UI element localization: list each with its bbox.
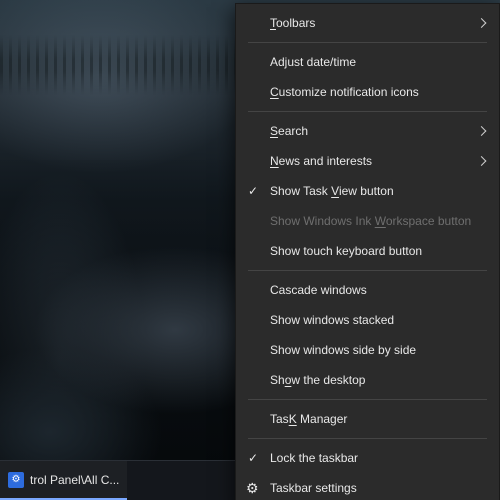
menu-show-the-desktop[interactable]: Show the desktop (236, 365, 499, 395)
wallpaper-trees (0, 35, 260, 95)
menu-separator (248, 438, 487, 439)
menu-cascade-windows-label: Cascade windows (270, 283, 367, 297)
menu-news-and-interests[interactable]: News and interests (236, 146, 499, 176)
menu-show-ink-workspace: Show Windows Ink Workspace button (236, 206, 499, 236)
menu-separator (248, 42, 487, 43)
menu-show-touch-keyboard[interactable]: Show touch keyboard button (236, 236, 499, 266)
menu-toolbars[interactable]: Toolbars (236, 8, 499, 38)
menu-show-windows-side-by-side[interactable]: Show windows side by side (236, 335, 499, 365)
control-panel-icon: ⚙ (8, 472, 24, 488)
menu-show-ink-workspace-label: Show Windows Ink Workspace button (270, 214, 471, 228)
menu-task-manager-label: TasK Manager (270, 412, 347, 426)
menu-search[interactable]: Search (236, 116, 499, 146)
menu-show-windows-stacked-label: Show windows stacked (270, 313, 394, 327)
menu-separator (248, 399, 487, 400)
menu-lock-the-taskbar-label: Lock the taskbar (270, 451, 358, 465)
taskbar-context-menu: Toolbars Adjust date/time Customize noti… (235, 3, 500, 500)
menu-customize-notification-icons-label: Customize notification icons (270, 85, 419, 99)
menu-show-the-desktop-label: Show the desktop (270, 373, 365, 387)
menu-news-label: News and interests (270, 154, 372, 168)
menu-cascade-windows[interactable]: Cascade windows (236, 275, 499, 305)
menu-taskbar-settings[interactable]: Taskbar settings (236, 473, 499, 500)
taskbar-app-control-panel[interactable]: ⚙ trol Panel\All C... (0, 461, 127, 500)
menu-separator (248, 111, 487, 112)
menu-show-windows-stacked[interactable]: Show windows stacked (236, 305, 499, 335)
menu-show-touch-keyboard-label: Show touch keyboard button (270, 244, 422, 258)
taskbar-app-label: trol Panel\All C... (30, 473, 119, 487)
menu-lock-the-taskbar[interactable]: Lock the taskbar (236, 443, 499, 473)
menu-customize-notification-icons[interactable]: Customize notification icons (236, 77, 499, 107)
menu-adjust-date-time-label: Adjust date/time (270, 55, 356, 69)
menu-search-label: Search (270, 124, 308, 138)
menu-toolbars-label: Toolbars (270, 16, 315, 30)
menu-show-task-view-label: Show Task View button (270, 184, 394, 198)
menu-task-manager[interactable]: TasK Manager (236, 404, 499, 434)
menu-show-task-view[interactable]: Show Task View button (236, 176, 499, 206)
taskbar-left: ⚙ trol Panel\All C... (0, 461, 127, 500)
menu-show-windows-sbs-label: Show windows side by side (270, 343, 416, 357)
menu-separator (248, 270, 487, 271)
menu-adjust-date-time[interactable]: Adjust date/time (236, 47, 499, 77)
menu-taskbar-settings-label: Taskbar settings (270, 481, 357, 495)
